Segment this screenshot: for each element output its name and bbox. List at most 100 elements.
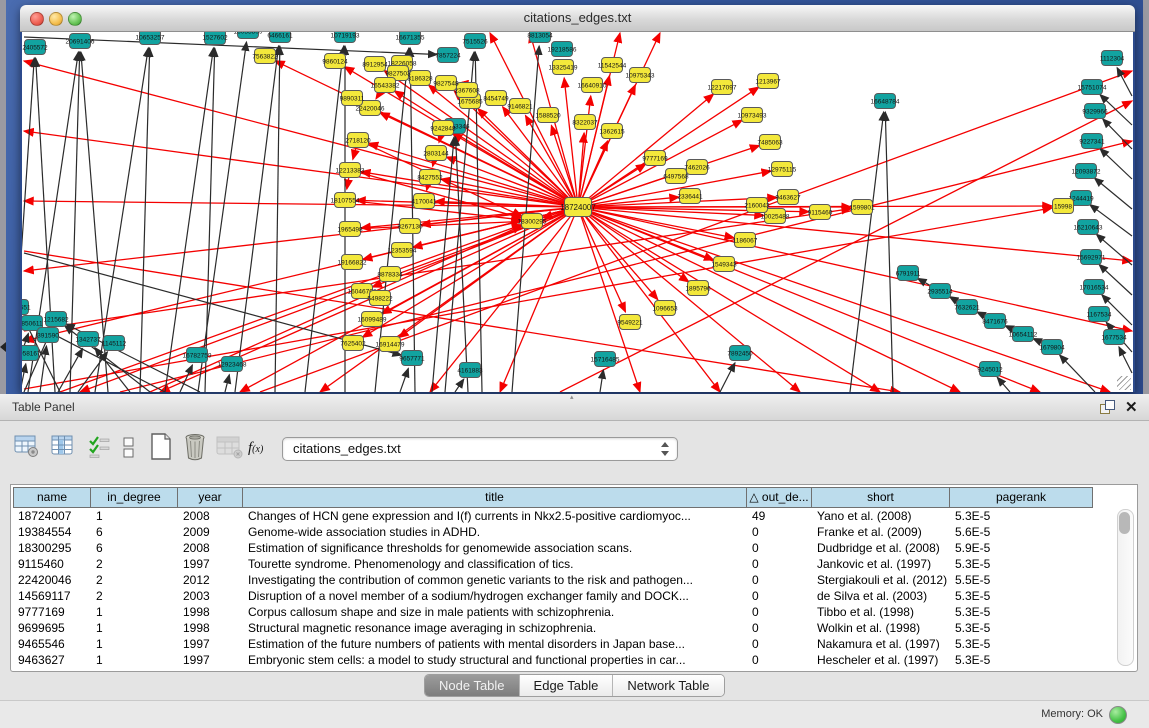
table-cell[interactable]: 5.9E-5 <box>950 540 1093 556</box>
table-cell[interactable]: Hescheler et al. (1997) <box>812 652 950 668</box>
table-cell[interactable]: 0 <box>747 652 812 668</box>
table-cell[interactable]: 9699695 <box>13 620 91 636</box>
graph-edge[interactable] <box>400 368 408 392</box>
table-cell[interactable]: Tibbo et al. (1998) <box>812 604 950 620</box>
table-cell[interactable]: Corpus callosum shape and size in male p… <box>243 604 747 620</box>
table-cell[interactable]: 0 <box>747 572 812 588</box>
create-table-icon[interactable] <box>148 432 176 460</box>
table-cell[interactable]: 0 <box>747 636 812 652</box>
table-row[interactable]: 946554611997Estimation of the future num… <box>13 636 1093 652</box>
delete-table-trash-icon[interactable] <box>182 432 210 460</box>
table-panel-titlebar[interactable]: ▴ Table Panel ✕ <box>0 394 1149 421</box>
table-cell[interactable]: 2008 <box>178 540 243 556</box>
column-header-in_degree[interactable]: in_degree <box>91 487 178 508</box>
table-row[interactable]: 969969511998Structural magnetic resonanc… <box>13 620 1093 636</box>
graph-edge[interactable] <box>24 61 578 207</box>
function-builder-icon[interactable]: f(x) <box>248 440 276 468</box>
table-cell[interactable]: Estimation of the future numbers of pati… <box>243 636 747 652</box>
table-cell[interactable]: Disruption of a novel member of a sodium… <box>243 588 747 604</box>
table-cell[interactable]: 19384554 <box>13 524 91 540</box>
table-cell[interactable]: 1998 <box>178 604 243 620</box>
table-cell[interactable]: 5.3E-5 <box>950 588 1093 604</box>
citation-network-graph[interactable]: 1872400718300295240557220691406106532571… <box>22 32 1133 392</box>
table-cell[interactable]: 2012 <box>178 572 243 588</box>
table-cell[interactable]: Dudbridge et al. (2008) <box>812 540 950 556</box>
network-canvas[interactable]: 1872400718300295240557220691406106532571… <box>22 32 1133 392</box>
table-cell[interactable]: 1 <box>91 620 178 636</box>
graph-edge[interactable] <box>1119 347 1132 373</box>
table-cell[interactable]: 2 <box>91 572 178 588</box>
table-cell[interactable]: de Silva et al. (2003) <box>812 588 950 604</box>
table-cell[interactable]: Investigating the contribution of common… <box>243 572 747 588</box>
graph-edge[interactable] <box>225 375 229 392</box>
graph-edge[interactable] <box>850 112 884 392</box>
table-cell[interactable]: 6 <box>91 540 178 556</box>
table-cell[interactable]: 0 <box>747 604 812 620</box>
table-cell[interactable]: Genome-wide association studies in ADHD. <box>243 524 747 540</box>
table-row[interactable]: 977716911998Corpus callosum shape and si… <box>13 604 1093 620</box>
graph-edge[interactable] <box>578 207 1132 261</box>
graph-edge[interactable] <box>885 112 893 392</box>
splitpane-collapse-icon[interactable] <box>0 342 6 352</box>
table-cell[interactable]: 18724007 <box>13 508 91 524</box>
table-cell[interactable]: 5.5E-5 <box>950 572 1093 588</box>
table-cell[interactable]: Tourette syndrome. Phenomenology and cla… <box>243 556 747 572</box>
graph-edge[interactable] <box>600 370 603 392</box>
table-cell[interactable]: 14569117 <box>13 588 91 604</box>
column-header-name[interactable]: name <box>13 487 91 508</box>
table-cell[interactable]: 0 <box>747 620 812 636</box>
table-cell[interactable]: 1997 <box>178 636 243 652</box>
table-row[interactable]: 946362711997Embryonic stem cells: a mode… <box>13 652 1093 668</box>
table-cell[interactable]: 2003 <box>178 588 243 604</box>
table-cell[interactable]: 1 <box>91 652 178 668</box>
tab-edge-table[interactable]: Edge Table <box>519 675 613 696</box>
window-resize-grip[interactable] <box>1117 376 1131 390</box>
table-cell[interactable]: 1 <box>91 636 178 652</box>
table-cell[interactable]: Embryonic stem cells: a model to study s… <box>243 652 747 668</box>
graph-edge[interactable] <box>235 46 279 392</box>
table-cell[interactable]: 0 <box>747 588 812 604</box>
table-row[interactable]: 2242004622012Investigating the contribut… <box>13 572 1093 588</box>
table-cell[interactable]: 49 <box>747 508 812 524</box>
splitpane-grip-icon[interactable]: ▴ <box>570 395 580 400</box>
graph-edge[interactable] <box>384 70 578 207</box>
table-cell[interactable]: Jankovic et al. (1997) <box>812 556 950 572</box>
column-header-short[interactable]: short <box>812 487 950 508</box>
graph-edge[interactable] <box>446 157 578 207</box>
column-header-year[interactable]: year <box>178 487 243 508</box>
column-header-pagerank[interactable]: pagerank <box>950 487 1093 508</box>
table-cell[interactable]: 5.3E-5 <box>950 636 1093 652</box>
table-cell[interactable]: 18300295 <box>13 540 91 556</box>
column-header-title[interactable]: title <box>243 487 747 508</box>
window-titlebar[interactable]: citations_edges.txt <box>20 5 1135 32</box>
table-cell[interactable]: 1997 <box>178 652 243 668</box>
table-cell[interactable]: 5.3E-5 <box>950 604 1093 620</box>
table-cell[interactable]: 0 <box>747 540 812 556</box>
tab-node-table[interactable]: Node Table <box>425 675 519 696</box>
table-cell[interactable]: Estimation of significance thresholds fo… <box>243 540 747 556</box>
table-cell[interactable]: 5.6E-5 <box>950 524 1093 540</box>
table-row[interactable]: 1830029562008Estimation of significance … <box>13 540 1093 556</box>
table-cell[interactable]: 2008 <box>178 508 243 524</box>
rows-icon[interactable] <box>122 437 150 465</box>
graph-edge[interactable] <box>22 58 34 392</box>
memory-status-icon[interactable] <box>1109 706 1127 724</box>
graph-edge[interactable] <box>305 46 344 392</box>
float-window-icon[interactable] <box>1100 400 1114 414</box>
table-row[interactable]: 1938455462009Genome-wide association stu… <box>13 524 1093 540</box>
table-cell[interactable]: 5.3E-5 <box>950 620 1093 636</box>
table-cell[interactable]: Structural magnetic resonance image aver… <box>243 620 747 636</box>
table-cell[interactable]: 2009 <box>178 524 243 540</box>
scrollbar-thumb[interactable] <box>1119 512 1130 534</box>
graph-edge[interactable] <box>455 379 464 392</box>
table-cell[interactable]: Franke et al. (2009) <box>812 524 950 540</box>
table-cell[interactable]: 9115460 <box>13 556 91 572</box>
table-cell[interactable]: Nakamura et al. (1997) <box>812 636 950 652</box>
table-cell[interactable]: 5.3E-5 <box>950 508 1093 524</box>
table-cell[interactable]: 6 <box>91 524 178 540</box>
graph-edge[interactable] <box>720 363 735 392</box>
table-settings-icon[interactable] <box>14 434 42 462</box>
table-row[interactable]: 1456911722003Disruption of a novel membe… <box>13 588 1093 604</box>
vertical-scrollbar[interactable] <box>1117 509 1134 666</box>
table-cell[interactable]: 9463627 <box>13 652 91 668</box>
